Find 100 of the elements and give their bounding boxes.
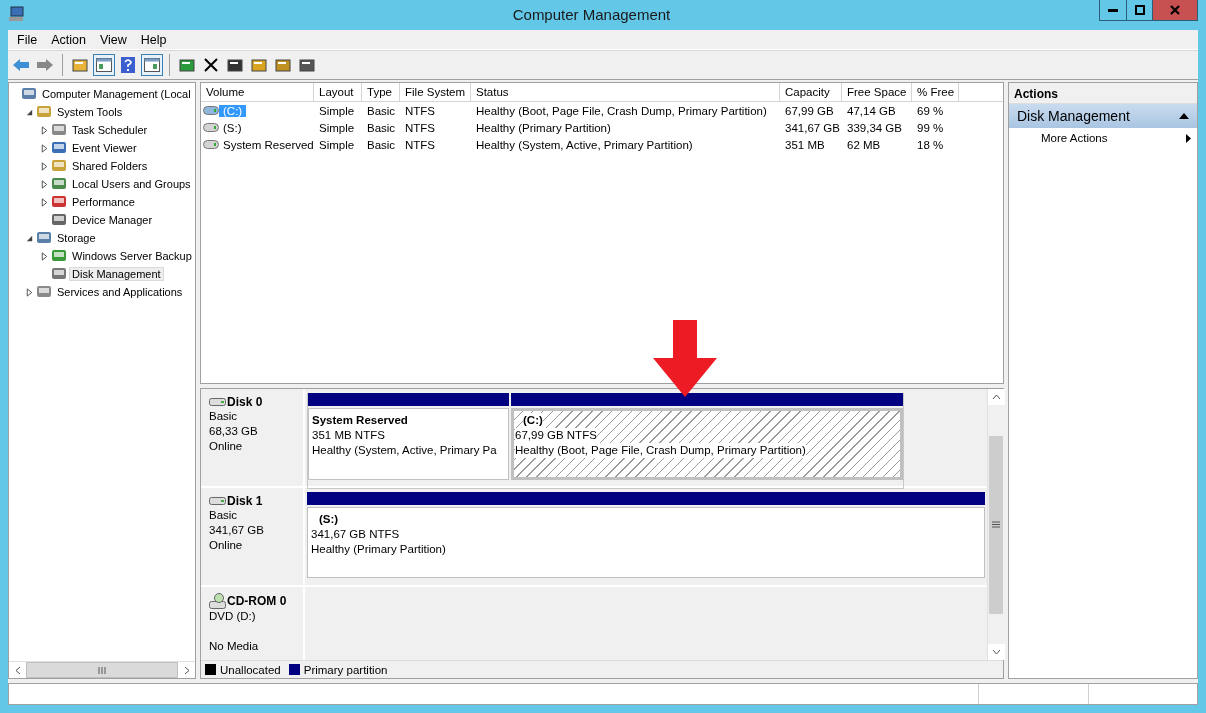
tree-item[interactable]: Services and Applications [54, 285, 186, 299]
tree-node-icon [51, 176, 67, 192]
partition-status: Healthy (Primary Partition) [311, 542, 446, 557]
pane-window-icon [144, 58, 160, 72]
scrollbar-thumb[interactable] [26, 662, 178, 678]
disk-status: No Media [209, 639, 260, 654]
tree-item[interactable]: Windows Server Backup [69, 249, 195, 263]
menu-item[interactable]: View [92, 32, 134, 47]
column-header[interactable]: % Free [912, 83, 959, 101]
partition-status: Healthy (Boot, Page File, Crash Dump, Primary Partition) [515, 443, 806, 458]
tree-node-icon [36, 104, 52, 120]
down-chevron-icon [992, 649, 1001, 655]
actions-section-header[interactable]: Disk Management [1009, 104, 1197, 128]
table-cell-text: Healthy (Boot, Page File, Crash Dump, Primary Partition) [475, 104, 768, 117]
column-header[interactable]: Capacity [780, 83, 842, 101]
table-cell-text: Simple [318, 104, 356, 117]
partition-name: (S:) [319, 512, 339, 527]
partition-size: 341,67 GB NTFS [311, 527, 400, 542]
column-header[interactable]: Free Space [842, 83, 912, 101]
scroll-down-button[interactable] [988, 644, 1005, 660]
up-chevron-icon [992, 394, 1001, 400]
partition-block[interactable]: (S:) 341,67 GB NTFS Healthy (Primary Partition) [307, 507, 985, 578]
partition-size: 351 MB NTFS [312, 428, 385, 443]
tree-item[interactable]: System Tools [54, 105, 126, 119]
table-cell-text: NTFS [404, 138, 437, 151]
expand-triangle-icon[interactable] [40, 143, 49, 153]
close-icon [1170, 5, 1180, 15]
menu-item[interactable]: Action [44, 32, 93, 47]
expand-triangle-icon[interactable] [40, 179, 49, 189]
partition-block[interactable]: System Reserved 351 MB NTFS Healthy (System, Active, Primary Pa [308, 408, 509, 480]
tree-item[interactable]: Task Scheduler [69, 123, 151, 137]
help-icon [121, 57, 135, 73]
menu-item[interactable]: Help [133, 32, 174, 47]
table-cell-text: 341,67 GB [784, 121, 841, 134]
partition-name: (C:) [523, 413, 543, 428]
scrollbar-thumb[interactable] [989, 435, 1003, 614]
table-cell-text: 69 % [916, 104, 945, 117]
table-cell-text: Basic [366, 138, 397, 151]
table-cell[interactable]: (S:) [219, 121, 246, 134]
right-chevron-icon [183, 665, 190, 675]
expand-triangle-icon[interactable] [40, 125, 49, 135]
toolbar-tool-icon [275, 57, 291, 73]
tree-item[interactable]: Computer Management (Local [39, 87, 194, 101]
tree-item[interactable]: Shared Folders [69, 159, 151, 173]
collapse-triangle-icon[interactable] [25, 233, 34, 243]
disk-size: 341,67 GB [209, 523, 265, 538]
grip-icon [992, 521, 1000, 528]
minimize-icon [1108, 8, 1118, 12]
tree-node-icon [51, 122, 67, 138]
cd-drive-icon [209, 593, 226, 609]
table-cell-text: 99 % [916, 121, 945, 134]
disk-type: DVD (D:) [209, 609, 257, 624]
disk-size: 68,33 GB [209, 424, 259, 439]
table-cell[interactable]: System Reserved [219, 138, 318, 151]
toolbar-tool-icon [179, 57, 195, 73]
forward-arrow-icon [36, 58, 54, 72]
legend-label: Primary partition [303, 663, 388, 676]
expand-triangle-icon[interactable] [40, 251, 49, 261]
toolbar-button[interactable] [93, 54, 115, 76]
expand-triangle-icon[interactable] [25, 287, 34, 297]
disk-type: Basic [209, 409, 239, 424]
close-button[interactable] [1152, 0, 1197, 20]
table-cell-text: 67,99 GB [784, 104, 835, 117]
expand-triangle-icon[interactable] [40, 197, 49, 207]
table-cell-text: 339,34 GB [846, 121, 903, 134]
table-cell-text: 62 MB [846, 138, 882, 151]
column-header[interactable]: Type [362, 83, 400, 101]
legend-label: Unallocated [220, 663, 281, 676]
tree-item[interactable]: Storage [54, 231, 99, 245]
table-cell-text: Simple [318, 121, 356, 134]
menu-item[interactable]: File [10, 32, 45, 47]
maximize-icon [1134, 5, 1145, 15]
tree-node-icon [51, 248, 67, 264]
column-header[interactable]: Layout [314, 83, 362, 101]
column-header[interactable]: Status [471, 83, 780, 101]
collapse-caret-icon[interactable] [1179, 113, 1189, 119]
tree-item[interactable]: Disk Management [69, 267, 164, 281]
partition-block[interactable]: (C:) 67,99 GB NTFS Healthy (Boot, Page File, Crash Dump, Primary Partition) [511, 408, 903, 480]
toolbar-button[interactable] [141, 54, 163, 76]
pane-window-icon [96, 58, 112, 72]
actions-header: Actions [1009, 83, 1197, 104]
action-link[interactable]: More Actions [1041, 132, 1108, 144]
tree-item[interactable]: Device Manager [69, 213, 156, 227]
drive-icon [203, 106, 219, 115]
column-header[interactable]: Volume [201, 83, 314, 101]
table-cell-text: 47,14 GB [846, 104, 897, 117]
submenu-caret-icon [1186, 133, 1191, 143]
table-cell-text: NTFS [404, 104, 437, 117]
tree-item[interactable]: Local Users and Groups [69, 177, 194, 191]
table-cell-text: Basic [366, 121, 397, 134]
expand-triangle-icon[interactable] [40, 161, 49, 171]
table-cell-text: Healthy (System, Active, Primary Partition) [475, 138, 694, 151]
column-header[interactable]: File System [400, 83, 471, 101]
back-arrow-icon [12, 58, 30, 72]
scroll-up-button[interactable] [988, 389, 1005, 405]
collapse-triangle-icon[interactable] [25, 107, 34, 117]
tree-item[interactable]: Event Viewer [69, 141, 140, 155]
tree-node-icon [51, 266, 67, 282]
tree-item[interactable]: Performance [69, 195, 138, 209]
partition-name: System Reserved [312, 413, 408, 428]
